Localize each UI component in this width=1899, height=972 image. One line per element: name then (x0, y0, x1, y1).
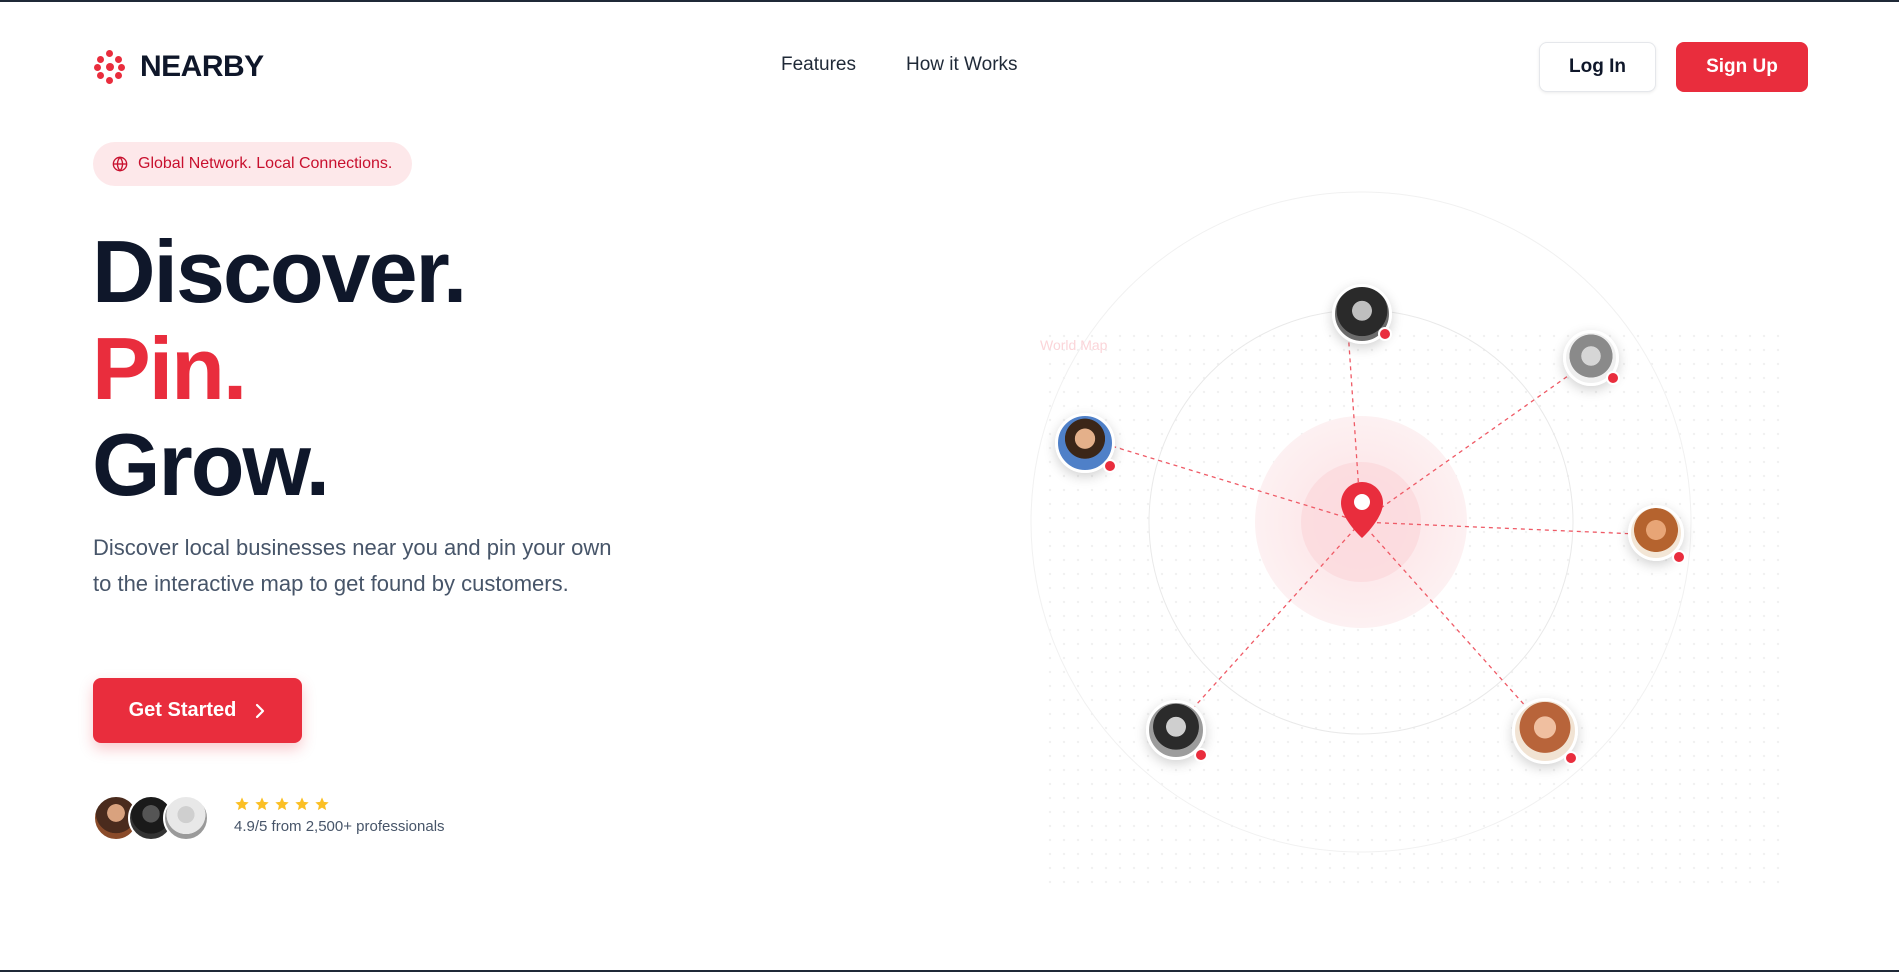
rating-block: 4.9/5 from 2,500+ professionals (234, 796, 445, 835)
rating-text: 4.9/5 from 2,500+ professionals (234, 818, 445, 835)
brand-name: NEARBY (140, 50, 264, 83)
nav-link-how-it-works[interactable]: How it Works (906, 54, 1018, 76)
user-marker-dot (1103, 459, 1117, 473)
main-nav: Features How it Works (781, 54, 1018, 76)
nav-link-features[interactable]: Features (781, 54, 856, 76)
star-icon (235, 797, 249, 811)
hero-badge: Global Network. Local Connections. (93, 142, 413, 186)
social-proof-avatars (93, 795, 213, 841)
rating-stars (234, 796, 445, 812)
map-graphic (1030, 191, 1780, 890)
user-marker-dot (1194, 748, 1208, 762)
user-marker-dot (1378, 327, 1392, 341)
get-started-label: Get Started (128, 699, 237, 721)
headline-discover: Discover. (92, 222, 467, 321)
user-marker-dot (1564, 751, 1578, 765)
user-marker-dot (1606, 371, 1620, 385)
signup-button[interactable]: Sign Up (1676, 42, 1808, 92)
hero-badge-text: Global Network. Local Connections. (138, 155, 393, 172)
star-icon (275, 797, 289, 811)
login-button[interactable]: Log In (1539, 42, 1656, 92)
map-alt-text: World Map (1040, 337, 1108, 353)
star-icon (255, 797, 269, 811)
dots-cluster-icon (94, 50, 126, 84)
location-pin-icon[interactable] (1341, 482, 1383, 538)
hero-description: Discover local businesses near you and p… (93, 535, 612, 596)
star-icon (295, 797, 309, 811)
get-started-button[interactable]: Get Started (93, 678, 302, 743)
user-marker-dot (1672, 550, 1686, 564)
avatar (163, 795, 209, 841)
brand-logo[interactable]: NEARBY (94, 50, 264, 84)
network-map (1020, 180, 1780, 940)
headline-pin: Pin. (92, 319, 247, 418)
star-icon (315, 797, 329, 811)
chevron-right-icon (256, 703, 265, 718)
headline-grow: Grow. (92, 415, 330, 514)
globe-icon (112, 156, 128, 172)
window-top-border (0, 0, 1899, 2)
